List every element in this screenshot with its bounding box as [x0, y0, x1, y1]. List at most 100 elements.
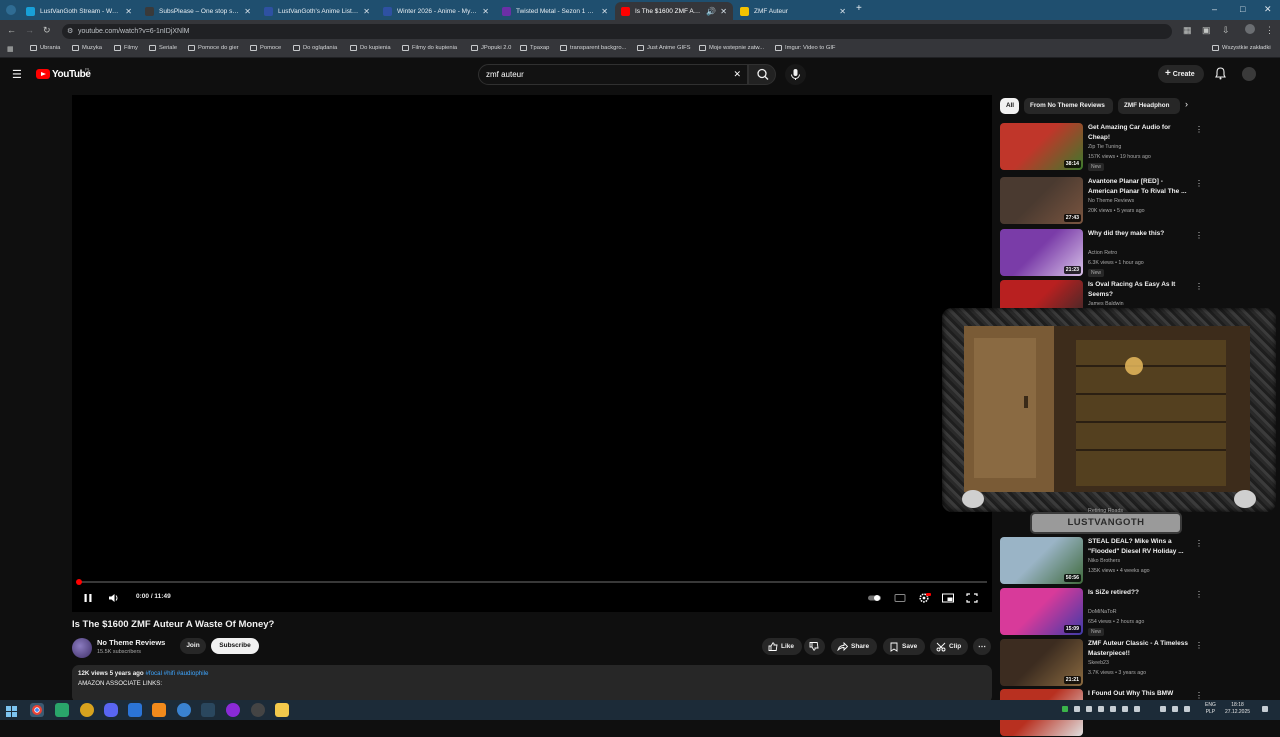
minimize-icon[interactable]: –	[1212, 4, 1217, 14]
network-icon[interactable]	[1160, 706, 1166, 712]
bookmark-item[interactable]: Filmy	[114, 45, 138, 51]
tray-icon[interactable]	[1074, 706, 1080, 712]
bookmark-item[interactable]: Just Anime GIFS	[637, 45, 691, 51]
recommended-channel[interactable]: No Theme Reviews	[1088, 198, 1134, 204]
taskbar-app-icon[interactable]	[80, 703, 94, 717]
start-button[interactable]	[6, 704, 17, 717]
join-button[interactable]: Join	[180, 638, 206, 654]
tray-icon[interactable]	[1122, 706, 1128, 712]
youtube-logo-icon[interactable]	[36, 69, 50, 79]
video-thumbnail[interactable]: 50:56	[1000, 537, 1083, 584]
browser-tab[interactable]: Winter 2026 - Anime - MyAnim ✕	[377, 2, 495, 20]
more-vertical-icon[interactable]: ⋮	[1195, 539, 1203, 548]
video-thumbnail[interactable]: 15:09	[1000, 588, 1083, 635]
taskbar-app-icon[interactable]	[55, 703, 69, 717]
bookmark-item[interactable]: Do oglądania	[293, 45, 337, 51]
browser-tab[interactable]: Is The $1600 ZMF Auteur A 🔊 ✕	[615, 2, 733, 20]
recommended-title[interactable]: Is Oval Racing As Easy As It Seems?	[1088, 280, 1188, 299]
tray-icon[interactable]	[1086, 706, 1092, 712]
taskbar-vlc-icon[interactable]	[152, 703, 166, 717]
taskbar-chrome-icon[interactable]	[30, 703, 44, 717]
recommended-video[interactable]: 21:23 Why did they make this? Action Retro…	[1000, 229, 1203, 277]
subtitles-button[interactable]	[893, 591, 907, 603]
video-thumbnail[interactable]: 27:43	[1000, 177, 1083, 224]
bookmark-item[interactable]: Moje wstepnie zatw...	[699, 45, 764, 51]
tab-search-button[interactable]	[6, 5, 16, 15]
system-clock[interactable]: 18:18 27.12.2025	[1225, 702, 1250, 716]
dislike-button[interactable]	[804, 638, 825, 655]
maximize-icon[interactable]: □	[1240, 4, 1245, 14]
bookmark-item[interactable]: Do kupienia	[350, 45, 391, 51]
video-thumbnail[interactable]: 21:23	[1000, 229, 1083, 276]
bookmark-item[interactable]: transparent backgro...	[560, 45, 626, 51]
recommended-video[interactable]: 15:09 Is SiZe retired?? DoMiNaToR 654 views…	[1000, 588, 1203, 636]
forward-icon[interactable]: →	[25, 25, 34, 35]
puzzle-icon[interactable]: ▣	[1202, 25, 1211, 36]
taskbar-app-icon[interactable]	[177, 703, 191, 717]
recommended-channel[interactable]: Zip Tie Tuning	[1088, 144, 1121, 150]
more-actions-button[interactable]: ⋯	[973, 638, 991, 655]
recommended-title[interactable]: Is SiZe retired??	[1088, 588, 1188, 598]
recommended-title[interactable]: Avantone Planar [RED] - American Planar …	[1088, 177, 1188, 196]
search-input[interactable]: zmf auteur ✕	[478, 64, 748, 85]
browser-tab[interactable]: LustVanGoth Stream - Watch Li ✕	[20, 2, 138, 20]
taskbar-explorer-icon[interactable]	[275, 703, 289, 717]
new-tab-button[interactable]: +	[856, 3, 862, 14]
close-window-icon[interactable]: ✕	[1264, 4, 1272, 15]
share-button[interactable]: Share	[831, 638, 877, 655]
bookmark-item[interactable]: Imgur: Video to GIF	[775, 45, 835, 51]
guide-menu-icon[interactable]: ☰	[12, 68, 22, 81]
extension-icon[interactable]: ▦	[1183, 25, 1192, 36]
recommended-title[interactable]: ZMF Auteur Classic - A Timeless Masterpi…	[1088, 639, 1188, 658]
progress-bar[interactable]	[80, 581, 987, 583]
recommended-video[interactable]: 27:43 Avantone Planar [RED] - American Pl…	[1000, 177, 1203, 225]
address-bar[interactable]: ⚙ youtube.com/watch?v=6-1nIDjXNlM	[62, 24, 1172, 39]
tab-close-icon[interactable]: ✕	[244, 7, 251, 16]
taskbar-discord-icon[interactable]	[104, 703, 118, 717]
recommended-channel[interactable]: Skeeb23	[1088, 660, 1109, 666]
more-vertical-icon[interactable]: ⋮	[1195, 179, 1203, 188]
browser-tab[interactable]: Twisted Metal - Sezon 1 Odcin ✕	[496, 2, 614, 20]
pause-button[interactable]	[81, 591, 95, 603]
video-thumbnail[interactable]: 38:14	[1000, 123, 1083, 170]
volume-tray-icon[interactable]	[1172, 706, 1178, 712]
clip-button[interactable]: Clip	[930, 638, 968, 655]
bookmark-item[interactable]: Tpaxap	[520, 45, 549, 51]
browser-tab[interactable]: ZMF Auteur ✕	[734, 2, 852, 20]
more-vertical-icon[interactable]: ⋮	[1195, 641, 1203, 650]
taskbar-obs-icon[interactable]	[251, 703, 265, 717]
tab-close-icon[interactable]: ✕	[601, 7, 608, 16]
chips-next-icon[interactable]: ›	[1185, 99, 1188, 109]
account-avatar[interactable]	[1242, 67, 1256, 81]
tab-close-icon[interactable]: ✕	[363, 7, 370, 16]
recommended-channel[interactable]: Niko Brothers	[1088, 558, 1120, 564]
taskbar-app-icon[interactable]	[226, 703, 240, 717]
bookmark-item[interactable]: Pomoce	[250, 45, 281, 51]
profile-icon[interactable]	[1245, 24, 1255, 34]
tab-close-icon[interactable]: ✕	[839, 7, 846, 16]
search-button[interactable]	[748, 64, 776, 85]
filter-chip[interactable]: ZMF Headphon	[1118, 98, 1180, 114]
browser-tab[interactable]: SubsPlease – One stop shop fo ✕	[139, 2, 257, 20]
back-icon[interactable]: ←	[7, 25, 16, 35]
recommended-title[interactable]: STEAL DEAL? Mike Wins a "Flooded" Diesel…	[1088, 537, 1188, 556]
recommended-video[interactable]: 50:56 STEAL DEAL? Mike Wins a "Flooded" D…	[1000, 537, 1203, 585]
recommended-title[interactable]: Get Amazing Car Audio for Cheap!	[1088, 123, 1188, 142]
save-button[interactable]: Save	[883, 638, 925, 655]
recommended-video[interactable]: 21:21 ZMF Auteur Classic - A Timeless Mas…	[1000, 639, 1203, 687]
tab-close-icon[interactable]: ✕	[720, 7, 727, 16]
tray-icon[interactable]	[1098, 706, 1104, 712]
reload-icon[interactable]: ↻	[43, 25, 51, 36]
bookmark-item[interactable]: JPopuki 2.0	[471, 45, 511, 51]
downloads-icon[interactable]: ⇩	[1222, 25, 1230, 36]
create-button[interactable]: + Create	[1158, 65, 1204, 83]
recommended-channel[interactable]: Action Retro	[1088, 250, 1117, 256]
notifications-tray-icon[interactable]	[1262, 706, 1268, 712]
description-box[interactable]	[72, 665, 992, 703]
filter-chip[interactable]: From No Theme Reviews	[1024, 98, 1113, 114]
recommended-channel[interactable]: DoMiNaToR	[1088, 609, 1117, 615]
tab-close-icon[interactable]: ✕	[482, 7, 489, 16]
notifications-bell-icon[interactable]	[1215, 67, 1226, 85]
more-vertical-icon[interactable]: ⋮	[1195, 125, 1203, 134]
bookmark-item[interactable]: Ubrania	[30, 45, 60, 51]
